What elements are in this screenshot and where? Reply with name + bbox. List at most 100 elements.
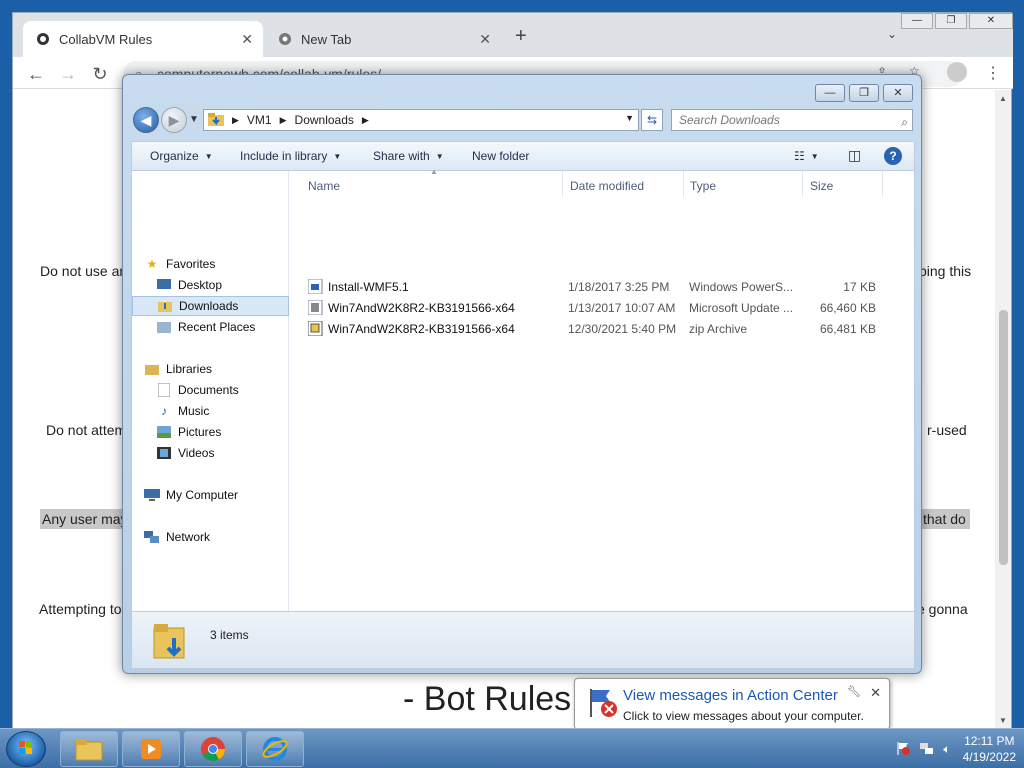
windows-logo-icon: [19, 741, 32, 754]
section-heading: - Bot Rules: [403, 680, 572, 718]
profile-avatar-icon[interactable]: [947, 62, 967, 82]
new-folder-button[interactable]: New folder: [472, 149, 529, 163]
taskbar-ie-button[interactable]: [246, 731, 304, 767]
notification-title[interactable]: View messages in Action Center: [623, 687, 838, 704]
share-with-button[interactable]: Share with ▼: [373, 149, 444, 163]
taskbar-media-player-button[interactable]: [122, 731, 180, 767]
action-center-flag-icon[interactable]: [895, 740, 911, 759]
close-tab-icon[interactable]: ✕: [241, 31, 253, 48]
explorer-address-bar[interactable]: ▶ VM1 ▶ Downloads ▶ ▼: [203, 109, 639, 131]
file-row[interactable]: Win7AndW2K8R2-KB3191566-x64 12/30/2021 5…: [290, 318, 916, 339]
nav-favorites[interactable]: ★ Favorites: [132, 254, 289, 274]
taskbar-explorer-button[interactable]: [60, 731, 118, 767]
menu-dots-icon[interactable]: ⋮: [985, 63, 1001, 83]
tab-new-tab[interactable]: New Tab ✕: [265, 21, 501, 57]
address-dropdown-icon[interactable]: ▼: [625, 113, 634, 123]
back-arrow-icon[interactable]: ←: [25, 63, 47, 85]
column-divider[interactable]: [683, 171, 684, 197]
history-dropdown-icon[interactable]: ▼: [189, 114, 199, 125]
recent-places-icon: [156, 320, 172, 334]
libraries-icon: [144, 362, 160, 376]
scroll-up-icon[interactable]: ▲: [999, 94, 1007, 103]
media-player-icon: [141, 739, 161, 759]
desktop-icon: [156, 278, 172, 292]
forward-arrow-icon[interactable]: →: [57, 63, 79, 85]
back-arrow-icon[interactable]: ◀: [133, 107, 159, 133]
rule-text: ping this: [919, 263, 972, 279]
reload-icon[interactable]: ↻: [89, 63, 111, 85]
command-bar: Organize ▼ Include in library ▼ Share with…: [131, 141, 915, 171]
volume-icon[interactable]: 🔈︎: [943, 742, 950, 757]
details-pane: 3 items: [131, 611, 915, 669]
column-divider[interactable]: [882, 171, 883, 197]
music-note-icon: ♪: [161, 404, 167, 418]
system-tray: 🔈︎ 12:11 PM 4/19/2022: [895, 729, 1016, 768]
tab-title: New Tab: [301, 31, 352, 47]
organize-button[interactable]: Organize ▼: [150, 149, 213, 163]
chrome-favicon-icon: [277, 31, 293, 47]
powershell-script-icon: [308, 279, 324, 297]
navigation-pane: ★ Favorites Desktop Downloads Recent Plac…: [132, 171, 289, 611]
nav-network[interactable]: Network: [132, 527, 289, 547]
page-scrollbar[interactable]: ▲ ▼: [995, 90, 1011, 729]
action-center-flag-icon: [585, 685, 619, 722]
file-row[interactable]: Win7AndW2K8R2-KB3191566-x64 1/13/2017 10…: [290, 297, 916, 318]
taskbar-chrome-button[interactable]: [184, 731, 242, 767]
nav-music[interactable]: ♪ Music: [132, 401, 289, 421]
nav-pictures[interactable]: Pictures: [132, 422, 289, 442]
search-input[interactable]: Search Downloads ⌕: [671, 109, 913, 131]
column-divider[interactable]: [562, 171, 563, 197]
start-button[interactable]: [6, 731, 46, 767]
chrome-icon: [201, 737, 225, 762]
wrench-icon[interactable]: 🔧︎: [847, 685, 861, 698]
new-tab-button[interactable]: +: [515, 25, 527, 48]
rule-text: r-used: [927, 422, 967, 438]
breadcrumb-separator-icon: ▶: [232, 114, 239, 125]
nav-videos[interactable]: Videos: [132, 443, 289, 463]
rule-text: Attempting to: [39, 601, 122, 617]
videos-icon: [156, 446, 172, 460]
nav-downloads[interactable]: Downloads: [132, 296, 289, 316]
refresh-icon[interactable]: ⇆: [641, 109, 663, 131]
close-tab-icon[interactable]: ✕: [479, 31, 491, 48]
close-button[interactable]: ✕: [969, 13, 1013, 29]
scrollbar-thumb[interactable]: [999, 310, 1008, 565]
minimize-button[interactable]: —: [901, 13, 933, 29]
clock[interactable]: 12:11 PM 4/19/2022: [963, 733, 1016, 765]
rule-text-highlighted: Any user may: [40, 509, 130, 529]
tab-collabvm-rules[interactable]: CollabVM Rules ✕: [23, 21, 263, 57]
breadcrumb-downloads[interactable]: Downloads: [295, 113, 354, 127]
preview-pane-icon[interactable]: ◫: [848, 147, 861, 164]
pictures-icon: [156, 425, 172, 439]
nav-my-computer[interactable]: My Computer: [132, 485, 289, 505]
action-center-notification[interactable]: View messages in Action Center Click to …: [574, 678, 890, 730]
help-icon[interactable]: ?: [884, 147, 902, 165]
column-header-size[interactable]: Size: [810, 179, 833, 193]
scroll-down-icon[interactable]: ▼: [999, 716, 1007, 725]
column-header-name[interactable]: Name: [308, 179, 340, 193]
nav-desktop[interactable]: Desktop: [132, 275, 289, 295]
include-in-library-button[interactable]: Include in library ▼: [240, 149, 341, 163]
column-header-type[interactable]: Type: [690, 179, 716, 193]
change-view-icon[interactable]: ☷ ▼: [794, 149, 819, 163]
explorer-close-button[interactable]: ✕: [883, 84, 913, 102]
explorer-maximize-button[interactable]: ❐: [849, 84, 879, 102]
explorer-minimize-button[interactable]: —: [815, 84, 845, 102]
tab-strip: CollabVM Rules ✕ New Tab ✕ + ⌄ — ❐ ✕: [13, 13, 1013, 57]
taskbar: 🔈︎ 12:11 PM 4/19/2022: [0, 728, 1024, 768]
clock-time: 12:11 PM: [964, 734, 1015, 748]
network-icon[interactable]: [919, 740, 935, 759]
maximize-button[interactable]: ❐: [935, 13, 967, 29]
breadcrumb-vm1[interactable]: VM1: [247, 113, 272, 127]
tab-search-chevron-icon[interactable]: ⌄: [887, 27, 897, 41]
column-divider[interactable]: [802, 171, 803, 197]
close-notification-icon[interactable]: ✕: [870, 685, 881, 701]
nav-recent-places[interactable]: Recent Places: [132, 317, 289, 337]
file-row[interactable]: Install-WMF5.1 1/18/2017 3:25 PM Windows…: [290, 276, 916, 297]
forward-arrow-icon[interactable]: ▶: [161, 107, 187, 133]
column-header-date-modified[interactable]: Date modified: [570, 179, 644, 193]
rule-text-highlighted: that do: [919, 509, 970, 529]
search-icon: ⌕: [901, 115, 908, 129]
nav-libraries[interactable]: Libraries: [132, 359, 289, 379]
nav-documents[interactable]: Documents: [132, 380, 289, 400]
